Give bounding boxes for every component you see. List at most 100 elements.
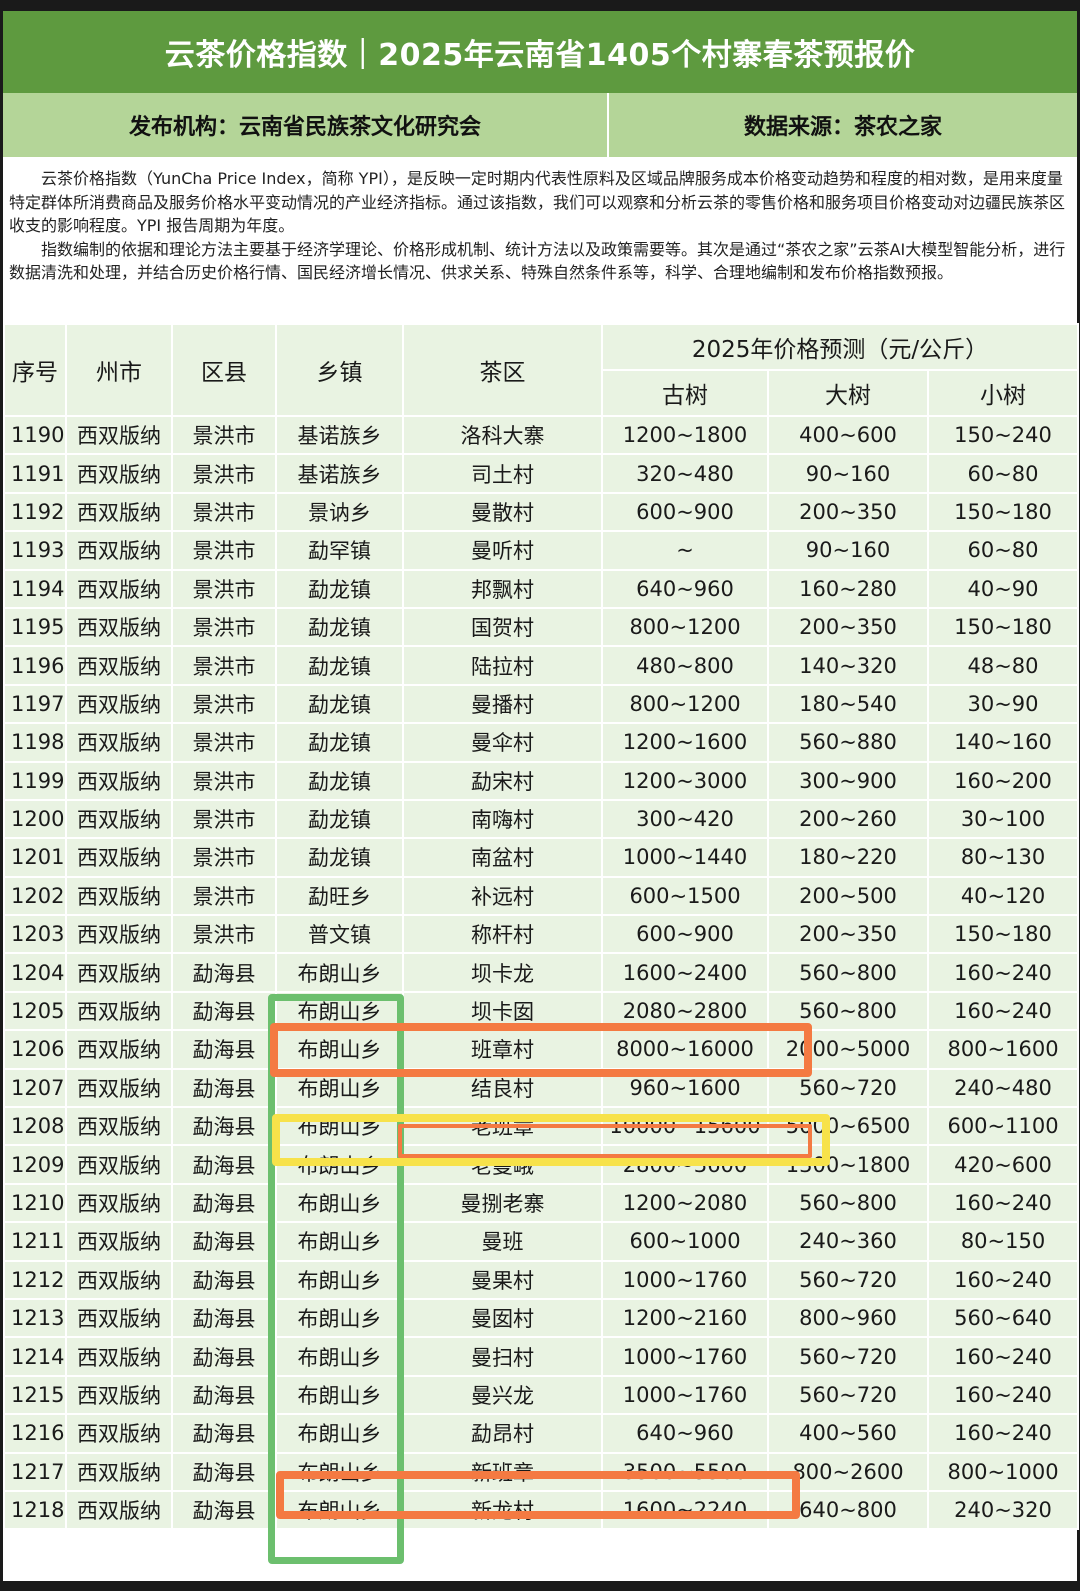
- county-cell: 景洪市: [171, 453, 277, 494]
- county-cell: 勐海县: [171, 1413, 277, 1454]
- header-index: 序号: [3, 323, 67, 417]
- small-price-cell: 80~150: [926, 1221, 1080, 1262]
- table-row: 1192 西双版纳 景洪市 景讷乡 曼散村 600~900 200~350 150~180: [3, 491, 1080, 533]
- small-price-cell: 48~80: [926, 645, 1080, 686]
- prefecture-cell: 西双版纳: [65, 760, 173, 801]
- prefecture-cell: 西双版纳: [65, 1374, 173, 1416]
- header-large-tree: 大树: [767, 369, 929, 417]
- ancient-price-cell: 1600~2400: [601, 952, 769, 993]
- small-price-cell: 150~180: [926, 914, 1080, 955]
- price-table: 序号 州市 区县 乡镇 茶区 2025年价格预测（元/公斤） 古树 大树 小树 …: [3, 323, 1080, 1531]
- intro-paragraph-1: 云茶价格指数（YunCha Price Index，简称 YPI），是反映一定时…: [9, 169, 1066, 235]
- small-price-cell: 30~90: [926, 683, 1080, 725]
- small-price-cell: 150~180: [926, 491, 1080, 533]
- table-row: 1215 西双版纳 勐海县 布朗山乡 曼兴龙 1000~1760 560~720 160~24…: [3, 1374, 1080, 1416]
- small-price-cell: 40~90: [926, 568, 1080, 609]
- tea-area-cell: 勐昂村: [402, 1413, 603, 1454]
- highlight-row-1208-inner: [398, 1124, 812, 1158]
- small-price-cell: 160~240: [926, 990, 1080, 1032]
- small-price-cell: 800~1000: [926, 1451, 1080, 1492]
- table-row: 1212 西双版纳 勐海县 布朗山乡 曼果村 1000~1760 560~720 160~24…: [3, 1259, 1080, 1300]
- tea-area-cell: 称杆村: [402, 914, 603, 955]
- index-cell: 1211: [3, 1221, 67, 1262]
- large-price-cell: 200~260: [767, 798, 929, 840]
- prefecture-cell: 西双版纳: [65, 1221, 173, 1262]
- ancient-price-cell: 320~480: [601, 453, 769, 494]
- table-row: 1204 西双版纳 勐海县 布朗山乡 坝卡龙 1600~2400 560~800 160~24…: [3, 952, 1080, 993]
- tea-area-cell: 曼囡村: [402, 1297, 603, 1339]
- index-cell: 1191: [3, 453, 67, 494]
- prefecture-cell: 西双版纳: [65, 1413, 173, 1454]
- large-price-cell: 200~350: [767, 606, 929, 648]
- prefecture-cell: 西双版纳: [65, 1182, 173, 1224]
- county-cell: 勐海县: [171, 1451, 277, 1492]
- large-price-cell: 160~280: [767, 568, 929, 609]
- index-cell: 1212: [3, 1259, 67, 1300]
- small-price-cell: 150~240: [926, 414, 1080, 456]
- ancient-price-cell: 600~900: [601, 914, 769, 955]
- index-cell: 1197: [3, 683, 67, 725]
- small-price-cell: 600~1100: [926, 1106, 1080, 1147]
- table-row: 1201 西双版纳 景洪市 勐龙镇 南盆村 1000~1440 180~220 80~130: [3, 837, 1080, 878]
- header-ancient-tree: 古树: [601, 369, 769, 417]
- small-price-cell: 30~100: [926, 798, 1080, 840]
- data-source-label: 数据来源：茶农之家: [609, 93, 1077, 157]
- ancient-price-cell: 640~960: [601, 568, 769, 609]
- tea-area-cell: 陆拉村: [402, 645, 603, 686]
- intro-text: 云茶价格指数（YunCha Price Index，简称 YPI），是反映一定时…: [3, 157, 1077, 323]
- index-cell: 1204: [3, 952, 67, 993]
- highlight-row-1206: [270, 1023, 812, 1077]
- tea-area-cell: 曼播村: [402, 683, 603, 725]
- table-row: 1194 西双版纳 景洪市 勐龙镇 邦飘村 640~960 160~280 40~90: [3, 568, 1080, 609]
- index-cell: 1195: [3, 606, 67, 648]
- ancient-price-cell: 800~1200: [601, 683, 769, 725]
- large-price-cell: 240~360: [767, 1221, 929, 1262]
- index-cell: 1198: [3, 722, 67, 763]
- small-price-cell: 150~180: [926, 606, 1080, 648]
- small-price-cell: 160~240: [926, 1336, 1080, 1377]
- prefecture-cell: 西双版纳: [65, 1489, 173, 1531]
- ancient-price-cell: 1200~1600: [601, 722, 769, 763]
- table-row: 1195 西双版纳 景洪市 勐龙镇 国贺村 800~1200 200~350 150~180: [3, 606, 1080, 648]
- large-price-cell: 300~900: [767, 760, 929, 801]
- page-title: 云茶价格指数｜2025年云南省1405个村寨春茶预报价: [3, 11, 1077, 93]
- large-price-cell: 560~880: [767, 722, 929, 763]
- prefecture-cell: 西双版纳: [65, 645, 173, 686]
- township-cell: 勐龙镇: [275, 606, 404, 648]
- small-price-cell: 160~240: [926, 1259, 1080, 1300]
- county-cell: 勐海县: [171, 1297, 277, 1339]
- county-cell: 勐海县: [171, 1182, 277, 1224]
- prefecture-cell: 西双版纳: [65, 606, 173, 648]
- prefecture-cell: 西双版纳: [65, 990, 173, 1032]
- township-cell: 勐龙镇: [275, 837, 404, 878]
- tea-area-cell: 补远村: [402, 875, 603, 917]
- tea-area-cell: 曼伞村: [402, 722, 603, 763]
- info-bar: 发布机构：云南省民族茶文化研究会 数据来源：茶农之家: [3, 93, 1077, 157]
- township-cell: 勐龙镇: [275, 722, 404, 763]
- index-cell: 1203: [3, 914, 67, 955]
- large-price-cell: 400~600: [767, 414, 929, 456]
- ancient-price-cell: 1000~1760: [601, 1259, 769, 1300]
- prefecture-cell: 西双版纳: [65, 530, 173, 571]
- small-price-cell: 420~600: [926, 1144, 1080, 1185]
- ancient-price-cell: 1200~3000: [601, 760, 769, 801]
- large-price-cell: 200~500: [767, 875, 929, 917]
- large-price-cell: 90~160: [767, 530, 929, 571]
- tea-area-cell: 曼扫村: [402, 1336, 603, 1377]
- county-cell: 勐海县: [171, 990, 277, 1032]
- county-cell: 勐海县: [171, 1336, 277, 1377]
- prefecture-cell: 西双版纳: [65, 1451, 173, 1492]
- table-row: 1193 西双版纳 景洪市 勐罕镇 曼听村 ~90~160 60~80: [3, 530, 1080, 571]
- tea-area-cell: 曼散村: [402, 491, 603, 533]
- index-cell: 1196: [3, 645, 67, 686]
- ancient-price-cell: 600~1000: [601, 1221, 769, 1262]
- small-price-cell: 160~200: [926, 760, 1080, 801]
- header-tea-area: 茶区: [402, 323, 603, 417]
- county-cell: 勐海县: [171, 1374, 277, 1416]
- large-price-cell: 560~720: [767, 1374, 929, 1416]
- index-cell: 1217: [3, 1451, 67, 1492]
- prefecture-cell: 西双版纳: [65, 1029, 173, 1070]
- large-price-cell: 560~720: [767, 1259, 929, 1300]
- ancient-price-cell: 1000~1760: [601, 1374, 769, 1416]
- index-cell: 1200: [3, 798, 67, 840]
